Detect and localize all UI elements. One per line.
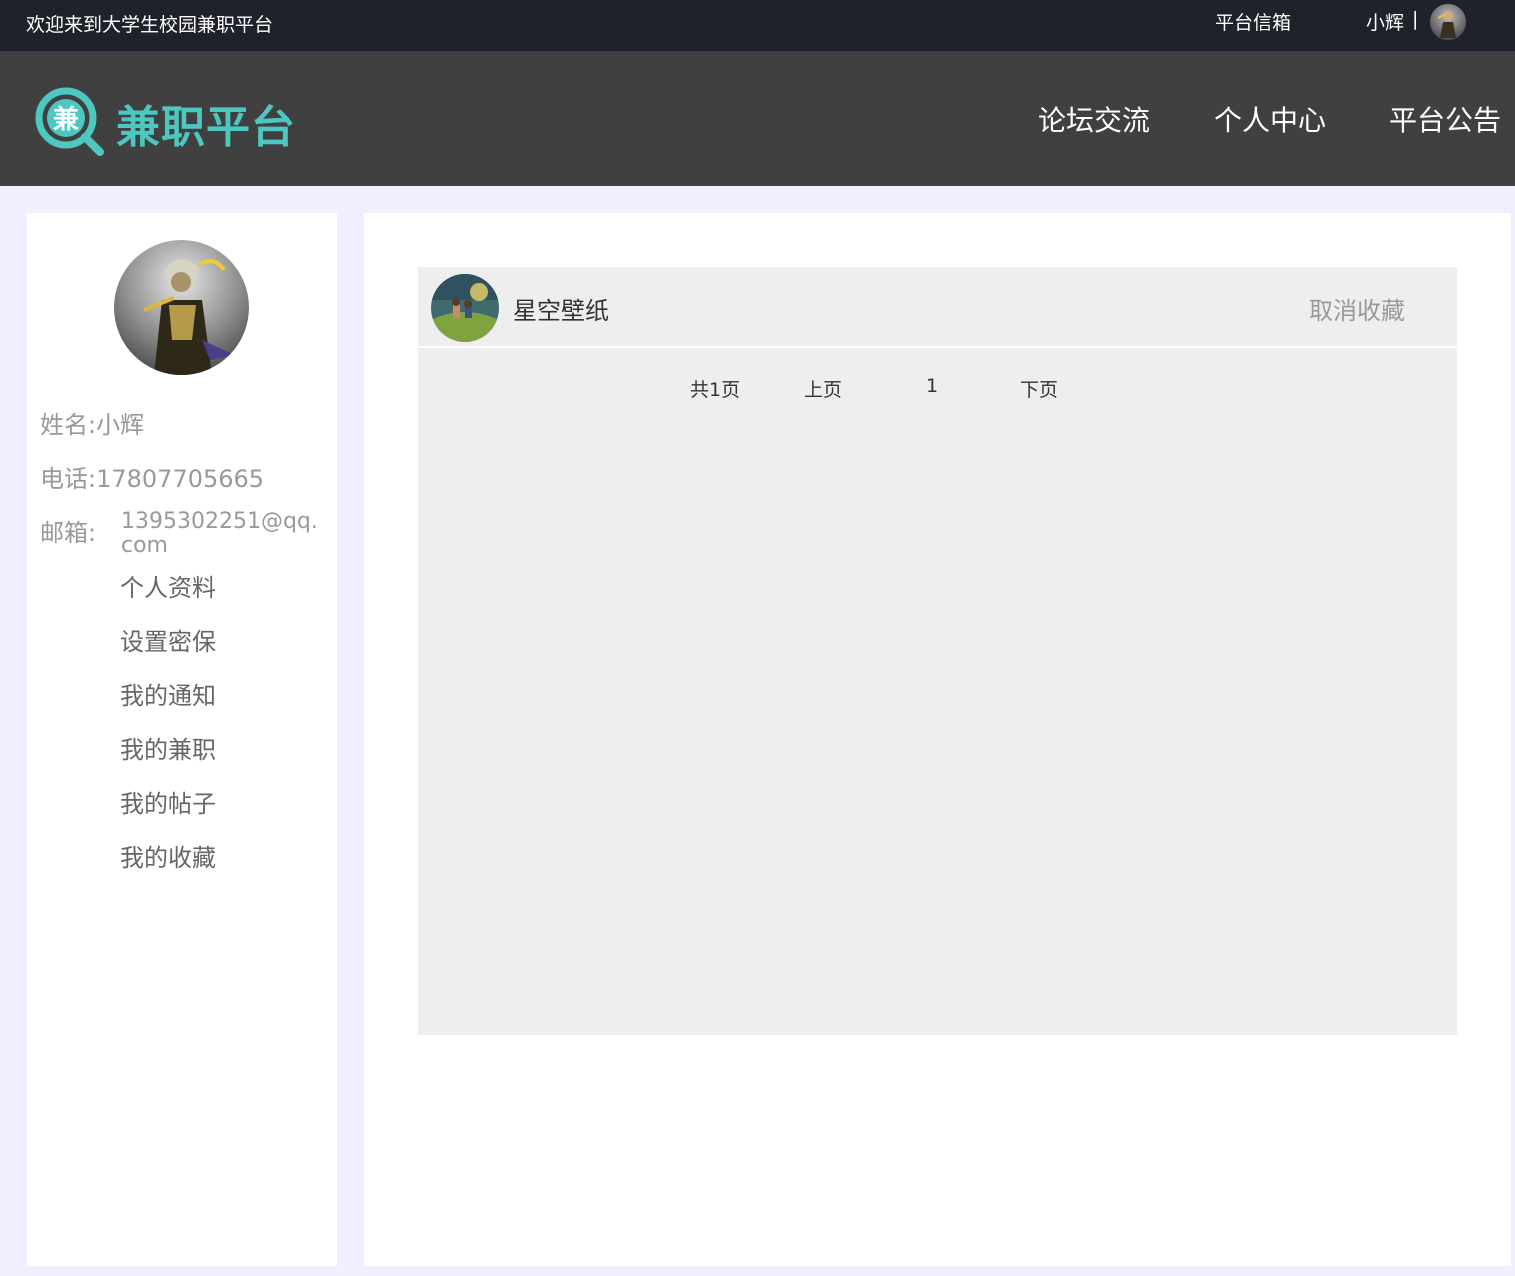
favorite-thumbnail[interactable]	[431, 274, 499, 342]
user-avatar-small[interactable]	[1430, 4, 1466, 40]
favorites-list: 星空壁纸 取消收藏 共1页 上页 1 下页	[418, 267, 1457, 1035]
name-label: 姓名:	[40, 411, 97, 439]
logo-glyph: 兼	[53, 104, 79, 135]
nav-forum[interactable]: 论坛交流	[1038, 99, 1150, 139]
phone-label: 电话:	[40, 465, 97, 493]
pagination-page-1[interactable]: 1	[926, 375, 938, 397]
cancel-favorite-button[interactable]: 取消收藏	[1309, 291, 1405, 326]
menu-my-notifications[interactable]: 我的通知	[120, 676, 216, 711]
pagination-next-button[interactable]: 下页	[1020, 375, 1058, 402]
email-value: 1395302251@qq.com	[121, 509, 318, 558]
menu-personal-info[interactable]: 个人资料	[120, 568, 216, 603]
profile-email-row: 邮箱:	[40, 513, 96, 548]
username-link[interactable]: 小辉	[1366, 8, 1404, 35]
main-navbar: 兼 兼职平台 论坛交流 个人中心 平台公告	[0, 51, 1515, 186]
main-content: 星空壁纸 取消收藏 共1页 上页 1 下页	[364, 213, 1511, 1266]
menu-my-jobs[interactable]: 我的兼职	[120, 730, 216, 765]
welcome-text: 欢迎来到大学生校园兼职平台	[26, 14, 274, 36]
wallpaper-image-icon	[431, 274, 499, 342]
pagination-total: 共1页	[690, 379, 741, 401]
top-bar: 欢迎来到大学生校园兼职平台 平台信箱 小辉 |	[0, 0, 1515, 51]
nav-personal-center[interactable]: 个人中心	[1214, 99, 1326, 139]
avatar-image-icon	[1430, 4, 1466, 40]
name-value: 小辉	[96, 411, 145, 439]
list-item: 星空壁纸 取消收藏	[418, 267, 1457, 348]
nav-announcements[interactable]: 平台公告	[1389, 99, 1501, 139]
platform-mailbox-link[interactable]: 平台信箱	[1215, 8, 1291, 35]
profile-avatar	[114, 240, 249, 375]
profile-name-row: 姓名:小辉	[40, 405, 144, 440]
avatar-image-icon	[114, 240, 249, 375]
menu-my-posts[interactable]: 我的帖子	[120, 784, 216, 819]
favorite-title[interactable]: 星空壁纸	[513, 291, 609, 326]
email-label: 邮箱:	[40, 519, 97, 547]
phone-value: 17807705665	[96, 465, 265, 493]
logo-search-icon[interactable]: 兼	[34, 86, 106, 158]
separator: |	[1412, 8, 1419, 30]
menu-my-favorites[interactable]: 我的收藏	[120, 838, 216, 873]
logo-text[interactable]: 兼职平台	[116, 91, 296, 155]
profile-phone-row: 电话:17807705665	[40, 459, 264, 494]
profile-sidebar: 姓名:小辉 电话:17807705665 邮箱: 1395302251@qq.c…	[27, 213, 337, 1266]
menu-security-question[interactable]: 设置密保	[120, 622, 216, 657]
pagination-prev-button[interactable]: 上页	[804, 375, 842, 402]
